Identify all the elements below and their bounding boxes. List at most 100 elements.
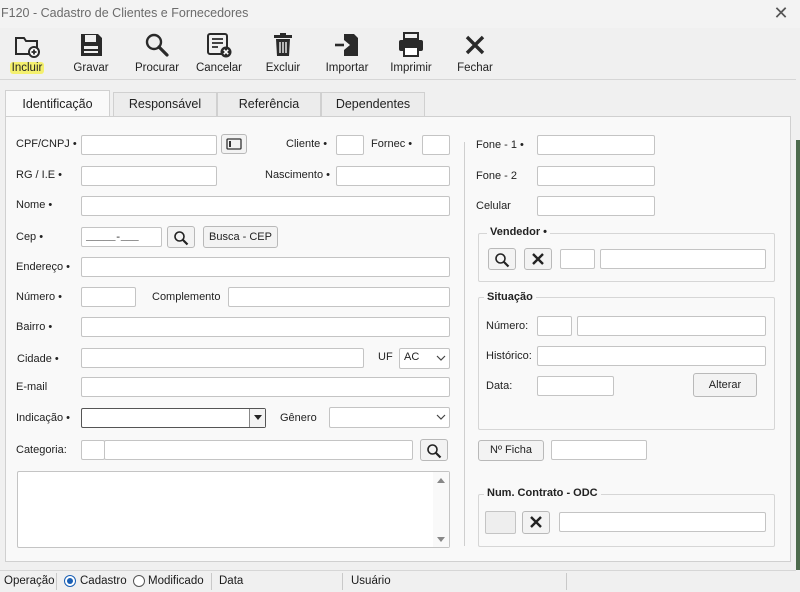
rg-input[interactable] [81, 166, 217, 186]
cep-input[interactable]: _____-___ [81, 227, 162, 247]
search-icon [495, 253, 510, 268]
toolbar: Incluir Gravar Procurar Cancelar Excluir… [0, 28, 796, 80]
status-bar: Operação Cadastro Modificado Data Usuári… [0, 570, 796, 592]
triangle-down-icon [254, 415, 262, 420]
cpf-label: CPF/CNPJ • [16, 138, 77, 150]
indicacao-combo[interactable] [81, 408, 266, 428]
contrato-input[interactable] [559, 512, 766, 532]
vendedor-clear-button[interactable] [524, 248, 552, 270]
gravar-button[interactable]: Gravar [61, 28, 121, 78]
cpf-input[interactable] [81, 135, 217, 155]
ficha-input[interactable] [551, 440, 647, 460]
nascimento-input[interactable] [336, 166, 450, 186]
uf-select[interactable]: AC [399, 348, 450, 369]
new-folder-icon [15, 37, 40, 58]
cliente-label: Cliente • [286, 138, 328, 150]
modificado-radio[interactable] [133, 575, 145, 587]
fechar-label: Fechar [457, 62, 493, 74]
incluir-label: Incluir [9, 62, 45, 74]
cpf-toggle-button[interactable] [221, 134, 247, 154]
uf-label: UF [378, 351, 393, 363]
indicacao-dropdown-button[interactable] [249, 409, 265, 427]
email-input[interactable] [81, 377, 450, 397]
categoria-code-input[interactable] [81, 440, 105, 460]
search-icon [174, 231, 189, 246]
fone1-label: Fone - 1 • [476, 139, 524, 151]
contrato-clear-button[interactable] [522, 511, 550, 534]
ficha-button[interactable]: Nº Ficha [478, 440, 544, 461]
contrato-title: Num. Contrato - ODC [484, 487, 601, 499]
scroll-up-icon [437, 478, 445, 483]
complemento-input[interactable] [228, 287, 450, 307]
fone1-input[interactable] [537, 135, 655, 155]
tab-identificacao[interactable]: Identificação [5, 90, 110, 116]
column-divider [464, 142, 465, 546]
email-label: E-mail [16, 381, 48, 393]
fechar-button[interactable]: Fechar [445, 28, 505, 78]
window-title: F120 - Cadastro de Clientes e Fornecedor… [1, 6, 249, 20]
endereco-input[interactable] [81, 257, 450, 277]
status-divider [566, 573, 567, 590]
incluir-button[interactable]: Incluir [0, 28, 57, 78]
cidade-input[interactable] [81, 348, 364, 368]
alterar-button[interactable]: Alterar [693, 373, 757, 397]
fone2-label: Fone - 2 [476, 170, 517, 182]
imprimir-button[interactable]: Imprimir [381, 28, 441, 78]
bairro-input[interactable] [81, 317, 450, 337]
situacao-numero-label: Número: [486, 320, 529, 332]
indicacao-label: Indicação • [16, 412, 70, 424]
data-input[interactable] [537, 376, 614, 396]
chevron-down-icon [436, 414, 446, 420]
status-divider [211, 573, 212, 590]
contrato-code-input[interactable] [485, 511, 516, 534]
cep-label: Cep • [16, 231, 44, 243]
numero-label: Número • [16, 291, 63, 303]
situacao-title: Situação [484, 291, 536, 303]
genero-select[interactable] [329, 407, 450, 428]
busca-cep-button[interactable]: Busca - CEP [203, 226, 278, 248]
procurar-label: Procurar [134, 62, 180, 74]
cliente-checkbox-field[interactable] [336, 135, 364, 155]
close-window-button[interactable]: ✕ [772, 3, 790, 23]
endereco-label: Endereço • [16, 261, 70, 273]
procurar-button[interactable]: Procurar [127, 28, 187, 78]
categoria-search-button[interactable] [420, 439, 448, 461]
importar-button[interactable]: Importar [317, 28, 377, 78]
close-icon [530, 516, 542, 528]
vendedor-name-input[interactable] [600, 249, 766, 269]
data-label: Data: [486, 380, 513, 392]
vendedor-code-input[interactable] [560, 249, 595, 269]
textarea-scrollbar[interactable] [433, 472, 449, 547]
data-status-label: Data [219, 575, 244, 587]
cancelar-button[interactable]: Cancelar [189, 28, 249, 78]
fornec-checkbox-field[interactable] [422, 135, 450, 155]
historico-input[interactable] [537, 346, 766, 366]
tab-referencia[interactable]: Referência [217, 92, 321, 116]
modificado-label: Modificado [148, 575, 204, 587]
situacao-numero-input[interactable] [537, 316, 572, 336]
numero-input[interactable] [81, 287, 136, 307]
observacoes-textarea[interactable] [17, 471, 450, 548]
celular-label: Celular [476, 200, 511, 212]
gravar-label: Gravar [73, 62, 109, 74]
complemento-label: Complemento [152, 291, 221, 303]
tab-responsavel[interactable]: Responsável [113, 92, 217, 116]
usuario-status-label: Usuário [351, 575, 391, 587]
fone2-input[interactable] [537, 166, 655, 186]
excluir-button[interactable]: Excluir [253, 28, 313, 78]
tab-dependentes[interactable]: Dependentes [321, 92, 425, 116]
uf-selected-value: AC [404, 351, 420, 363]
save-icon [81, 34, 102, 56]
cep-search-button[interactable] [167, 226, 195, 248]
cadastro-radio[interactable] [64, 575, 76, 587]
importar-label: Importar [325, 62, 369, 74]
status-divider [56, 573, 57, 590]
nome-input[interactable] [81, 196, 450, 216]
categoria-desc-input[interactable] [104, 440, 413, 460]
vendedor-search-button[interactable] [488, 248, 516, 270]
celular-input[interactable] [537, 196, 655, 216]
situacao-numero-desc-input[interactable] [577, 316, 766, 336]
nascimento-label: Nascimento • [265, 169, 330, 181]
chevron-down-icon [436, 355, 446, 361]
excluir-label: Excluir [265, 62, 301, 74]
